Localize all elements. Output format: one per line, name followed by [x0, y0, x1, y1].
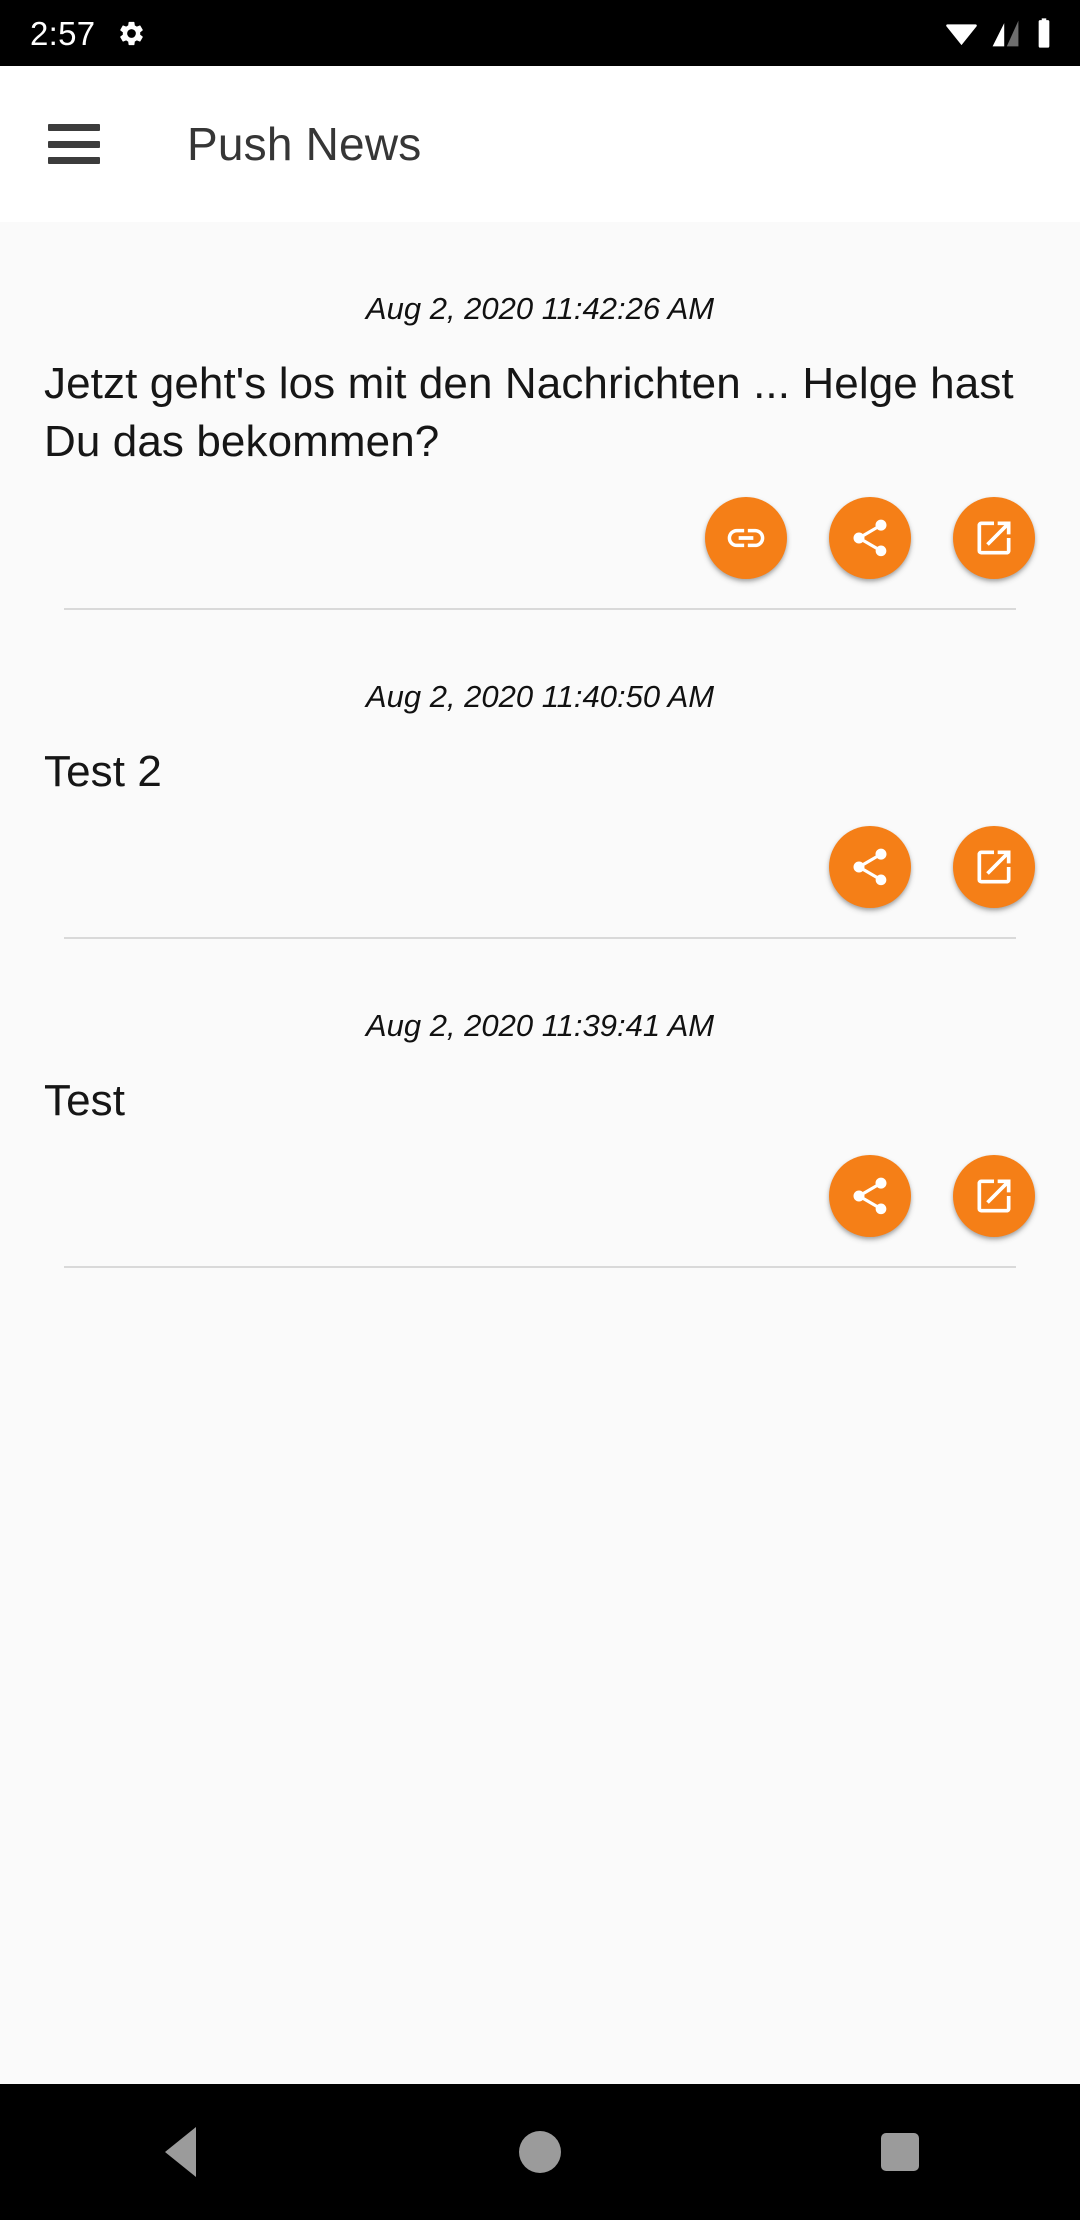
list-item[interactable]: Aug 2, 2020 11:40:50 AM Test 2: [0, 610, 1080, 940]
status-bar-left: 2:57: [30, 17, 146, 50]
news-body: Jetzt geht's los mit den Nachrichten ...…: [44, 358, 1014, 467]
news-body: Test 2: [44, 746, 162, 796]
share-icon: [848, 1174, 892, 1218]
news-actions: [44, 1130, 1036, 1266]
home-button[interactable]: [440, 2084, 640, 2220]
page-title: Push News: [187, 118, 422, 170]
open-in-new-button[interactable]: [953, 1155, 1035, 1238]
app-screen: 2:57 Push News Aug 2, 2020 11:42:26 AM J…: [0, 0, 1080, 2220]
news-list[interactable]: Aug 2, 2020 11:42:26 AM Jetzt geht's los…: [0, 222, 1080, 2084]
signal-icon: [990, 18, 1021, 49]
news-timestamp: Aug 2, 2020 11:40:50 AM: [365, 678, 715, 714]
status-bar-right: [946, 17, 1054, 49]
open-in-new-icon: [972, 845, 1016, 889]
open-in-new-icon: [972, 1174, 1016, 1218]
hamburger-bar-1: [48, 124, 100, 131]
link-icon: [724, 516, 768, 560]
share-button[interactable]: [829, 496, 911, 579]
share-button[interactable]: [829, 1155, 911, 1238]
share-icon: [848, 845, 892, 889]
gear-icon: [117, 19, 146, 48]
list-item[interactable]: Aug 2, 2020 11:42:26 AM Jetzt geht's los…: [0, 222, 1080, 610]
app-bar: Push News: [0, 66, 1080, 222]
open-in-new-button[interactable]: [953, 496, 1035, 579]
android-navigation-bar: [0, 2084, 1080, 2220]
status-clock: 2:57: [30, 14, 96, 52]
news-timestamp: Aug 2, 2020 11:39:41 AM: [365, 1008, 715, 1044]
list-item[interactable]: Aug 2, 2020 11:39:41 AM Test: [0, 939, 1080, 1269]
news-body: Test: [44, 1075, 126, 1125]
triangle-left-icon: [164, 2127, 196, 2177]
hamburger-bar-2: [48, 140, 100, 148]
share-icon: [848, 516, 892, 560]
link-button[interactable]: [705, 496, 787, 579]
open-in-new-icon: [972, 516, 1016, 560]
square-icon: [881, 2133, 919, 2171]
hamburger-menu-icon[interactable]: [48, 124, 100, 164]
circle-icon: [519, 2131, 561, 2173]
battery-icon: [1034, 17, 1054, 49]
news-actions: [44, 801, 1036, 937]
news-actions: [44, 472, 1036, 608]
wifi-icon: [946, 18, 977, 49]
share-button[interactable]: [829, 826, 911, 909]
hamburger-bar-3: [48, 157, 100, 164]
status-bar: 2:57: [0, 0, 1080, 66]
recents-button[interactable]: [800, 2084, 1000, 2220]
list-divider: [64, 1266, 1016, 1269]
news-timestamp: Aug 2, 2020 11:42:26 AM: [365, 291, 715, 326]
open-in-new-button[interactable]: [953, 826, 1035, 909]
back-button[interactable]: [80, 2084, 280, 2220]
